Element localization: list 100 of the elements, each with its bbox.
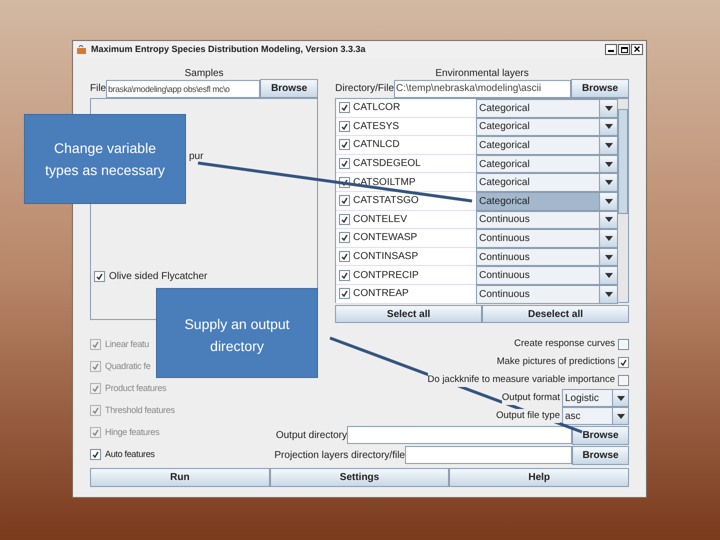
app-icon <box>76 44 87 55</box>
window-title: Maximum Entropy Species Distribution Modeling, Version 3.3.3a <box>91 42 366 56</box>
section-heading: Environmental layers <box>434 67 530 79</box>
browse-button[interactable]: Browse <box>260 79 318 98</box>
species-item[interactable]: pur <box>189 149 204 164</box>
caret-icon <box>604 254 612 260</box>
format-dropdown[interactable]: asc <box>562 407 629 425</box>
check-icon <box>341 272 348 279</box>
check-icon <box>341 216 348 223</box>
callout-box: Supply an output directory <box>156 288 318 378</box>
checkbox[interactable] <box>339 195 350 206</box>
layer-name: CATSOILTMP <box>353 176 416 190</box>
check-icon <box>341 290 348 298</box>
type-dropdown[interactable]: Categorical <box>476 192 618 211</box>
callout-box: Change variable types as necessary <box>24 114 186 204</box>
layer-name: CATLCOR <box>353 101 400 116</box>
check-icon <box>341 234 348 242</box>
caret-icon <box>604 273 612 278</box>
path-label: Output directory <box>276 428 347 442</box>
directory-field[interactable]: C:\temp\nebraska\modeling\ascii <box>394 80 571 98</box>
layer-name: CONTPRECIP <box>353 268 419 283</box>
check-icon <box>96 273 103 280</box>
select-all-button[interactable]: Select all <box>335 305 482 323</box>
check-icon <box>92 451 99 458</box>
checkbox[interactable] <box>339 158 350 170</box>
check-icon <box>341 104 348 112</box>
action-button[interactable]: Run <box>90 468 270 487</box>
checkbox[interactable] <box>618 356 629 368</box>
format-dropdown[interactable]: Logistic <box>562 389 629 407</box>
checkbox[interactable] <box>339 288 350 300</box>
check-icon <box>341 122 348 130</box>
caret-icon <box>616 396 624 400</box>
file-field[interactable]: braska\modeling\app obs\esfl mc\o <box>106 80 260 98</box>
path-field[interactable] <box>347 426 572 444</box>
type-dropdown[interactable]: Categorical <box>476 118 618 136</box>
species-label[interactable]: Olive sided Flycatcher <box>109 269 208 284</box>
checkbox[interactable] <box>618 374 629 386</box>
path-field[interactable] <box>405 446 572 464</box>
action-button[interactable]: Help <box>449 468 630 487</box>
feature-label[interactable]: Auto features <box>105 448 155 462</box>
type-dropdown[interactable]: Continuous <box>476 210 618 230</box>
caret-icon <box>604 217 612 222</box>
browse-button[interactable]: Browse <box>571 79 629 98</box>
check-icon <box>341 253 348 260</box>
action-button[interactable]: Settings <box>270 468 450 487</box>
browse-button[interactable]: Browse <box>572 446 629 464</box>
check-icon <box>92 341 99 348</box>
check-icon <box>92 407 99 414</box>
caret-icon <box>604 124 612 130</box>
maximize-icon[interactable] <box>618 44 630 55</box>
close-icon[interactable] <box>631 44 643 55</box>
checkbox[interactable] <box>339 102 350 114</box>
check-icon <box>92 429 99 436</box>
check-icon <box>92 385 99 392</box>
caret-icon <box>604 198 612 204</box>
checkbox[interactable] <box>339 120 350 132</box>
layer-name: CATNLCD <box>353 138 400 152</box>
layer-name: CATSDEGEOL <box>353 157 421 172</box>
caret-icon <box>604 180 612 186</box>
field-label: File <box>90 82 106 96</box>
type-dropdown[interactable]: Categorical <box>476 136 618 155</box>
caret-icon <box>604 292 612 297</box>
check-icon <box>341 178 348 186</box>
layer-name: CONTELEV <box>353 212 408 227</box>
caret-icon <box>604 236 612 241</box>
select-label: Output file type <box>496 408 560 424</box>
check-icon <box>341 160 348 168</box>
layer-name: CATESYS <box>353 120 400 134</box>
checkbox[interactable] <box>90 449 101 460</box>
checkbox[interactable] <box>339 232 350 244</box>
scrollbar[interactable] <box>618 99 628 302</box>
checkbox[interactable] <box>339 251 350 262</box>
type-dropdown[interactable]: Categorical <box>476 154 618 174</box>
select-label: Output format <box>502 390 560 406</box>
checkbox[interactable] <box>94 271 105 282</box>
layer-name: CONTREAP <box>353 287 409 302</box>
caret-icon <box>604 142 612 148</box>
type-dropdown[interactable]: Continuous <box>476 284 618 304</box>
layer-name: CONTINSASP <box>353 250 418 264</box>
deselect-all-button[interactable]: Deselect all <box>482 305 629 323</box>
checkbox[interactable] <box>339 270 350 281</box>
checkbox[interactable] <box>618 338 629 350</box>
caret-icon <box>616 414 624 418</box>
type-dropdown[interactable]: Categorical <box>476 173 618 192</box>
check-icon <box>341 197 348 204</box>
layer-name: CATSTATSGO <box>353 194 419 208</box>
checkbox[interactable] <box>339 214 350 225</box>
type-dropdown[interactable]: Continuous <box>476 266 618 285</box>
type-dropdown[interactable]: Continuous <box>476 248 618 266</box>
section-heading: Samples <box>184 67 225 79</box>
check-icon <box>620 358 627 366</box>
type-dropdown[interactable]: Continuous <box>476 229 618 248</box>
minimize-icon[interactable] <box>605 44 617 55</box>
path-label: Projection layers directory/file <box>274 448 405 462</box>
field-label: Directory/File <box>335 82 394 96</box>
check-icon <box>92 363 99 370</box>
browse-button[interactable]: Browse <box>572 426 629 444</box>
type-dropdown[interactable]: Categorical <box>476 99 618 118</box>
checkbox[interactable] <box>339 139 350 150</box>
option-label[interactable]: Do jackknife to measure variable importance <box>428 372 615 388</box>
